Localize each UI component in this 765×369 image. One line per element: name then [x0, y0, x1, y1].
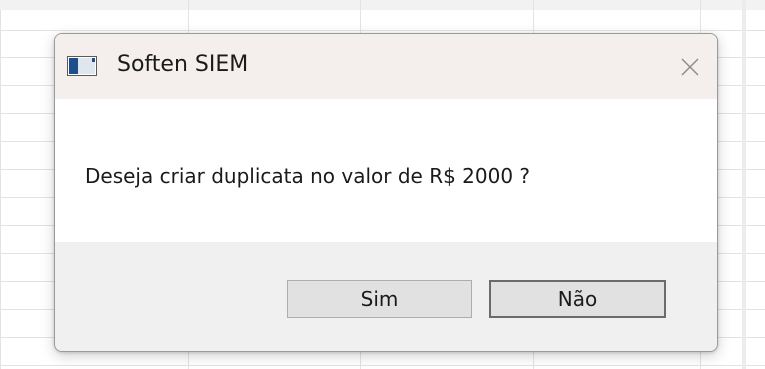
dialog-title: Soften SIEM [117, 52, 249, 77]
dialog-titlebar[interactable]: Soften SIEM [55, 34, 717, 99]
close-button[interactable] [673, 50, 707, 84]
close-icon [681, 58, 699, 76]
dialog-button-area: Sim Não [55, 242, 717, 351]
yes-button[interactable]: Sim [287, 280, 472, 318]
background-scrollbar-edge [742, 0, 746, 369]
grid-line [0, 30, 765, 31]
no-button[interactable]: Não [489, 280, 666, 318]
application-window-icon [67, 56, 97, 76]
dialog-message: Deseja criar duplicata no valor de R$ 20… [85, 164, 531, 188]
background-top-band [0, 0, 765, 10]
message-dialog: Soften SIEM Deseja criar duplicata no va… [54, 33, 718, 352]
grid-line [0, 365, 765, 366]
dialog-content: Deseja criar duplicata no valor de R$ 20… [55, 99, 717, 242]
